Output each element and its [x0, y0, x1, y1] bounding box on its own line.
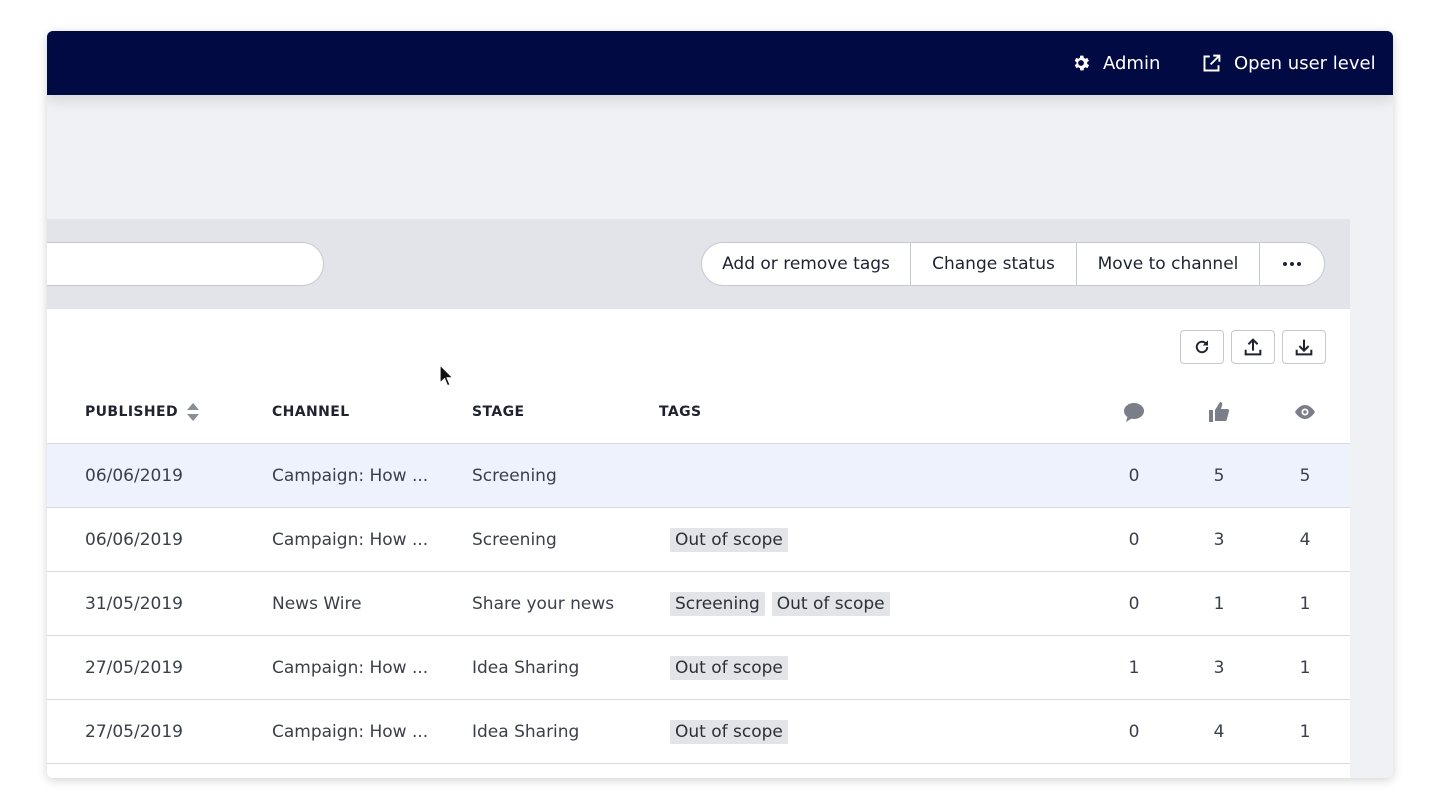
- date-cell: 27/05/2019: [85, 658, 183, 678]
- tags-cell: Out of scope: [670, 508, 795, 572]
- download-icon: [1295, 339, 1313, 356]
- search-input[interactable]: [47, 242, 324, 286]
- tags-cell: Out of scope: [670, 700, 795, 764]
- stage-cell: Screening: [472, 466, 557, 486]
- column-header-tags: TAGS: [659, 403, 702, 420]
- tag-chip: Out of scope: [670, 656, 788, 680]
- views-count-cell: 5: [1299, 466, 1311, 486]
- eye-icon: [1295, 404, 1315, 419]
- bulk-action-buttons: Add or remove tags Change status Move to…: [701, 242, 1325, 286]
- content-panel: Add or remove tags Change status Move to…: [47, 219, 1350, 778]
- column-header-channel: CHANNEL: [272, 403, 350, 420]
- change-status-button[interactable]: Change status: [911, 243, 1077, 285]
- channel-cell: News Wire: [272, 594, 362, 614]
- open-user-level-link[interactable]: Open user level: [1201, 31, 1376, 95]
- views-count-cell: 1: [1299, 658, 1311, 678]
- admin-label: Admin: [1103, 52, 1161, 74]
- refresh-icon: [1195, 340, 1209, 354]
- tags-cell: Out of scope: [670, 636, 795, 700]
- stage-cell: Idea Sharing: [472, 658, 580, 678]
- views-count-cell: 1: [1299, 594, 1311, 614]
- channel-cell: Campaign: How ...: [272, 658, 429, 678]
- external-link-icon: [1203, 54, 1221, 71]
- comment-icon: [1124, 402, 1144, 422]
- comments-count-cell: 0: [1128, 594, 1140, 614]
- channel-cell: Campaign: How ...: [272, 722, 429, 742]
- tag-chip: Out of scope: [670, 720, 788, 744]
- likes-count-cell: 3: [1213, 658, 1225, 678]
- date-cell: 06/06/2019: [85, 530, 183, 550]
- channel-cell: Campaign: How ...: [272, 466, 429, 486]
- open-user-level-label: Open user level: [1234, 52, 1376, 74]
- thumbs-up-icon: [1209, 401, 1230, 422]
- comments-count-cell: 1: [1128, 658, 1140, 678]
- refresh-button[interactable]: [1180, 330, 1224, 364]
- top-bar: Admin Open user level: [47, 31, 1393, 95]
- column-header-comments: [1114, 379, 1154, 444]
- date-cell: 27/05/2019: [85, 722, 183, 742]
- column-header-likes: [1199, 379, 1239, 444]
- channel-cell: Campaign: How ...: [272, 530, 429, 550]
- views-count-cell: 4: [1299, 530, 1311, 550]
- likes-count-cell: 4: [1213, 722, 1225, 742]
- tag-chip: Out of scope: [771, 592, 890, 616]
- comments-count-cell: 0: [1128, 466, 1140, 486]
- table-row[interactable]: 06/06/2019 Campaign: How ... Screening 0 3 4 O…: [47, 508, 1350, 572]
- add-remove-tags-button[interactable]: Add or remove tags: [702, 243, 911, 285]
- upload-button[interactable]: [1231, 330, 1275, 364]
- table-row[interactable]: 31/05/2019 News Wire Share your news 0 1 1 Scr…: [47, 572, 1350, 636]
- published-header-label: PUBLISHED: [85, 403, 179, 420]
- table-row[interactable]: 06/06/2019 Campaign: How ... Screening 0 5 5: [47, 444, 1350, 508]
- views-count-cell: 1: [1299, 722, 1311, 742]
- mouse-pointer-icon: [439, 364, 455, 387]
- gear-icon: [1074, 55, 1090, 71]
- comments-count-cell: 0: [1128, 530, 1140, 550]
- table-row[interactable]: 27/05/2019 Campaign: How ... Idea Sharing 0…: [47, 700, 1350, 764]
- bulk-actions-toolbar: Add or remove tags Change status Move to…: [47, 219, 1350, 309]
- move-to-channel-button[interactable]: Move to channel: [1077, 243, 1260, 285]
- column-header-published[interactable]: PUBLISHED: [85, 379, 200, 444]
- sort-icon: [187, 402, 200, 421]
- likes-count-cell: 5: [1213, 466, 1225, 486]
- table-row[interactable]: 27/05/2019 Campaign: How ... Idea Sharing 1…: [47, 636, 1350, 700]
- tags-cell: Screening Out of scope: [670, 572, 897, 636]
- upload-icon: [1244, 338, 1262, 356]
- stage-cell: Share your news: [472, 594, 615, 614]
- table-header: PUBLISHED CHANNEL STAGE TAGS: [47, 379, 1350, 444]
- download-button[interactable]: [1282, 330, 1326, 364]
- tag-chip: Screening: [670, 592, 765, 616]
- comments-count-cell: 0: [1128, 722, 1140, 742]
- date-cell: 06/06/2019: [85, 466, 183, 486]
- date-cell: 31/05/2019: [85, 594, 183, 614]
- column-header-views: [1285, 379, 1325, 444]
- tag-chip: Out of scope: [670, 528, 788, 552]
- likes-count-cell: 3: [1213, 530, 1225, 550]
- more-options-button[interactable]: [1260, 243, 1324, 285]
- likes-count-cell: 1: [1213, 594, 1225, 614]
- app-window: Admin Open user level Add or remove tags…: [47, 31, 1393, 778]
- stage-cell: Idea Sharing: [472, 722, 580, 742]
- column-header-stage: STAGE: [472, 403, 525, 420]
- stage-cell: Screening: [472, 530, 557, 550]
- admin-link[interactable]: Admin: [1071, 31, 1160, 95]
